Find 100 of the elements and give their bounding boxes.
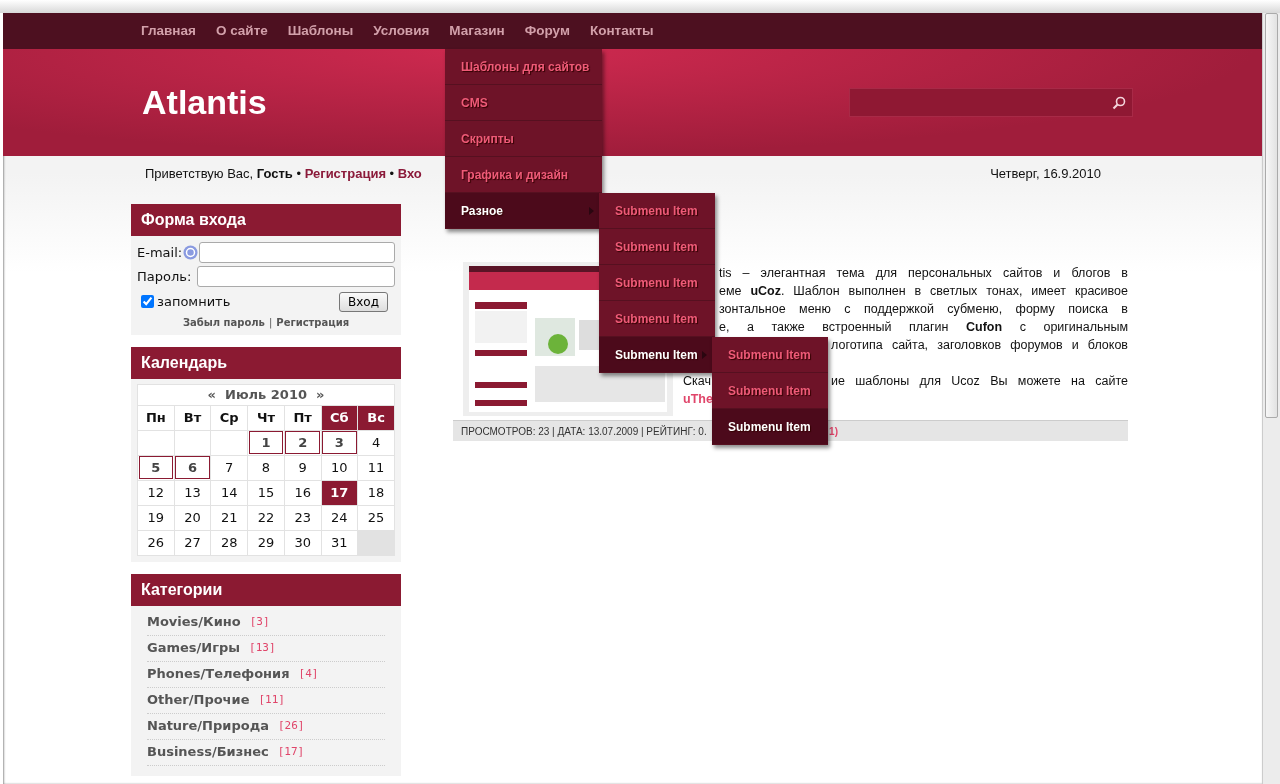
calendar-day: 15	[247, 480, 285, 505]
calendar-day-link[interactable]: 1	[247, 430, 285, 455]
category-count: [26]	[277, 717, 305, 734]
field-label: Пароль:	[137, 267, 193, 286]
dropdown-item[interactable]: Разное	[445, 193, 602, 229]
password-field[interactable]	[197, 266, 395, 287]
welcome-text: Приветствую Вас, Гость •	[145, 166, 303, 181]
field-label: E-mail:	[137, 243, 183, 262]
date-text: Четверг, 16.9.2010	[990, 165, 1101, 183]
calendar-day: 18	[357, 480, 395, 505]
scrollbar[interactable]	[1262, 13, 1280, 784]
weekday-header: Пт	[284, 405, 321, 430]
register-link[interactable]: Регистрация	[304, 166, 386, 181]
calendar-day: 28	[210, 530, 248, 555]
calendar-day: 27	[174, 530, 211, 555]
calendar-day: 9	[284, 455, 321, 480]
calendar-day: 31	[321, 530, 358, 555]
dropdown-item[interactable]: CMS	[445, 85, 602, 121]
calendar-day: 23	[284, 505, 321, 530]
calendar-day: 25	[357, 505, 395, 530]
calendar-day: 10	[321, 455, 358, 480]
calendar-day-link[interactable]: 2	[284, 430, 321, 455]
register-link[interactable]: Регистрация	[276, 317, 350, 328]
info-text: 1)	[829, 424, 838, 439]
category-link[interactable]: Movies/Кино	[147, 612, 241, 632]
site-link[interactable]: uThe	[683, 392, 713, 406]
weekday-header: Пн	[137, 405, 175, 430]
panel-title: Форма входа	[131, 204, 401, 236]
category-link[interactable]: Phones/Телефония	[147, 664, 290, 684]
calendar-day: 29	[247, 530, 285, 555]
calendar-day-link[interactable]: 3	[321, 430, 358, 455]
prev-month-link[interactable]: «	[207, 387, 216, 402]
article-text: еме uCoz. Шаблон выполнен в светлых тонах, имеет красивое	[719, 283, 1128, 300]
nav-link[interactable]: Магазин	[449, 20, 505, 42]
category-link[interactable]: Other/Прочие	[147, 690, 250, 710]
panel-title: Календарь	[131, 347, 401, 379]
category-count: [13]	[249, 639, 276, 656]
dropdown-item[interactable]: Скрипты	[445, 121, 602, 157]
category-link[interactable]: Business/Бизнес	[147, 742, 269, 762]
calendar-day: 26	[137, 530, 175, 555]
article-text: логотипа сайта, заголовков форумов и блоков	[831, 337, 1128, 354]
category-count: [4]	[298, 665, 319, 682]
scrollbar-thumb[interactable]	[1265, 13, 1278, 418]
email-field[interactable]	[199, 242, 395, 263]
separator-text: •	[388, 166, 396, 181]
calendar-day: 22	[247, 505, 285, 530]
calendar-day: 7	[210, 455, 248, 480]
nav-link[interactable]: Условия	[373, 20, 430, 42]
search-field[interactable]	[849, 88, 1133, 117]
weekday-header: Ср	[210, 405, 248, 430]
submenu-item[interactable]: Submenu Item	[599, 229, 715, 265]
info-text: ПРОСМОТРОВ: 23 | ДАТА: 13.07.2009 | РЕЙТИНГ: 0.	[461, 424, 707, 439]
calendar-day: 14	[210, 480, 248, 505]
category-count: [3]	[249, 613, 270, 630]
calendar-day-link[interactable]: 5	[137, 455, 175, 480]
submenu-item[interactable]: Submenu Item	[712, 409, 828, 445]
article-text: зонтальное меню с поддержкой субменю, форму поиска в	[719, 301, 1128, 318]
submenu-item[interactable]: Submenu Item	[599, 265, 715, 301]
calendar-day: 19	[137, 505, 175, 530]
calendar-day: 13	[174, 480, 211, 505]
dropdown-item[interactable]: Шаблоны для сайтов	[445, 49, 602, 85]
calendar-day: 30	[284, 530, 321, 555]
month-title: Июль 2010	[225, 387, 307, 402]
calendar-day: 4	[357, 430, 395, 455]
login-button[interactable]: Вход	[339, 291, 388, 312]
site-logo[interactable]: Atlantis	[142, 77, 267, 128]
submenu-item[interactable]: Submenu Item	[712, 337, 828, 373]
weekday-header: Вт	[174, 405, 211, 430]
calendar-day: 24	[321, 505, 358, 530]
category-link[interactable]: Games/Игры	[147, 638, 241, 658]
login-link[interactable]: Вхо	[397, 166, 422, 181]
calendar-day: 16	[284, 480, 321, 505]
article-text: Скач	[683, 373, 711, 390]
calendar-day-link[interactable]: 6	[174, 455, 211, 480]
weekday-header: Чт	[247, 405, 285, 430]
openid-icon	[183, 245, 199, 260]
calendar-day: 21	[210, 505, 248, 530]
category-count: [11]	[258, 691, 285, 708]
category-link[interactable]: Nature/Природа	[147, 716, 269, 736]
panel-title: Категории	[131, 573, 401, 606]
nav-link[interactable]: Форум	[524, 20, 570, 42]
article-text: е, а также встроенный плагин Cufon с оригинальным	[719, 319, 1128, 336]
separator-text: |	[268, 317, 273, 328]
calendar-day: 20	[174, 505, 211, 530]
calendar-day: 11	[357, 455, 395, 480]
search-icon[interactable]	[1112, 95, 1126, 110]
nav-link[interactable]: Контакты	[589, 20, 654, 42]
next-month-link[interactable]: »	[316, 387, 325, 402]
checkbox-label: запомнить	[157, 292, 231, 311]
category-count: [17]	[277, 743, 305, 760]
nav-link[interactable]: Главная	[141, 20, 196, 42]
nav-link[interactable]: Шаблоны	[287, 20, 354, 42]
article-text: tis – элегантная тема для персональных сайтов и блогов в	[719, 265, 1128, 282]
calendar-day: 12	[137, 480, 175, 505]
nav-link[interactable]: О сайте	[215, 20, 268, 42]
submenu-item[interactable]: Submenu Item	[599, 337, 715, 373]
calendar-day: 8	[247, 455, 285, 480]
submenu-item[interactable]: Submenu Item	[599, 193, 715, 229]
forgot-password-link[interactable]: Забыл пароль	[182, 317, 265, 328]
article-text: ие шаблоны для Ucoz Вы можете на сайте	[831, 373, 1128, 390]
